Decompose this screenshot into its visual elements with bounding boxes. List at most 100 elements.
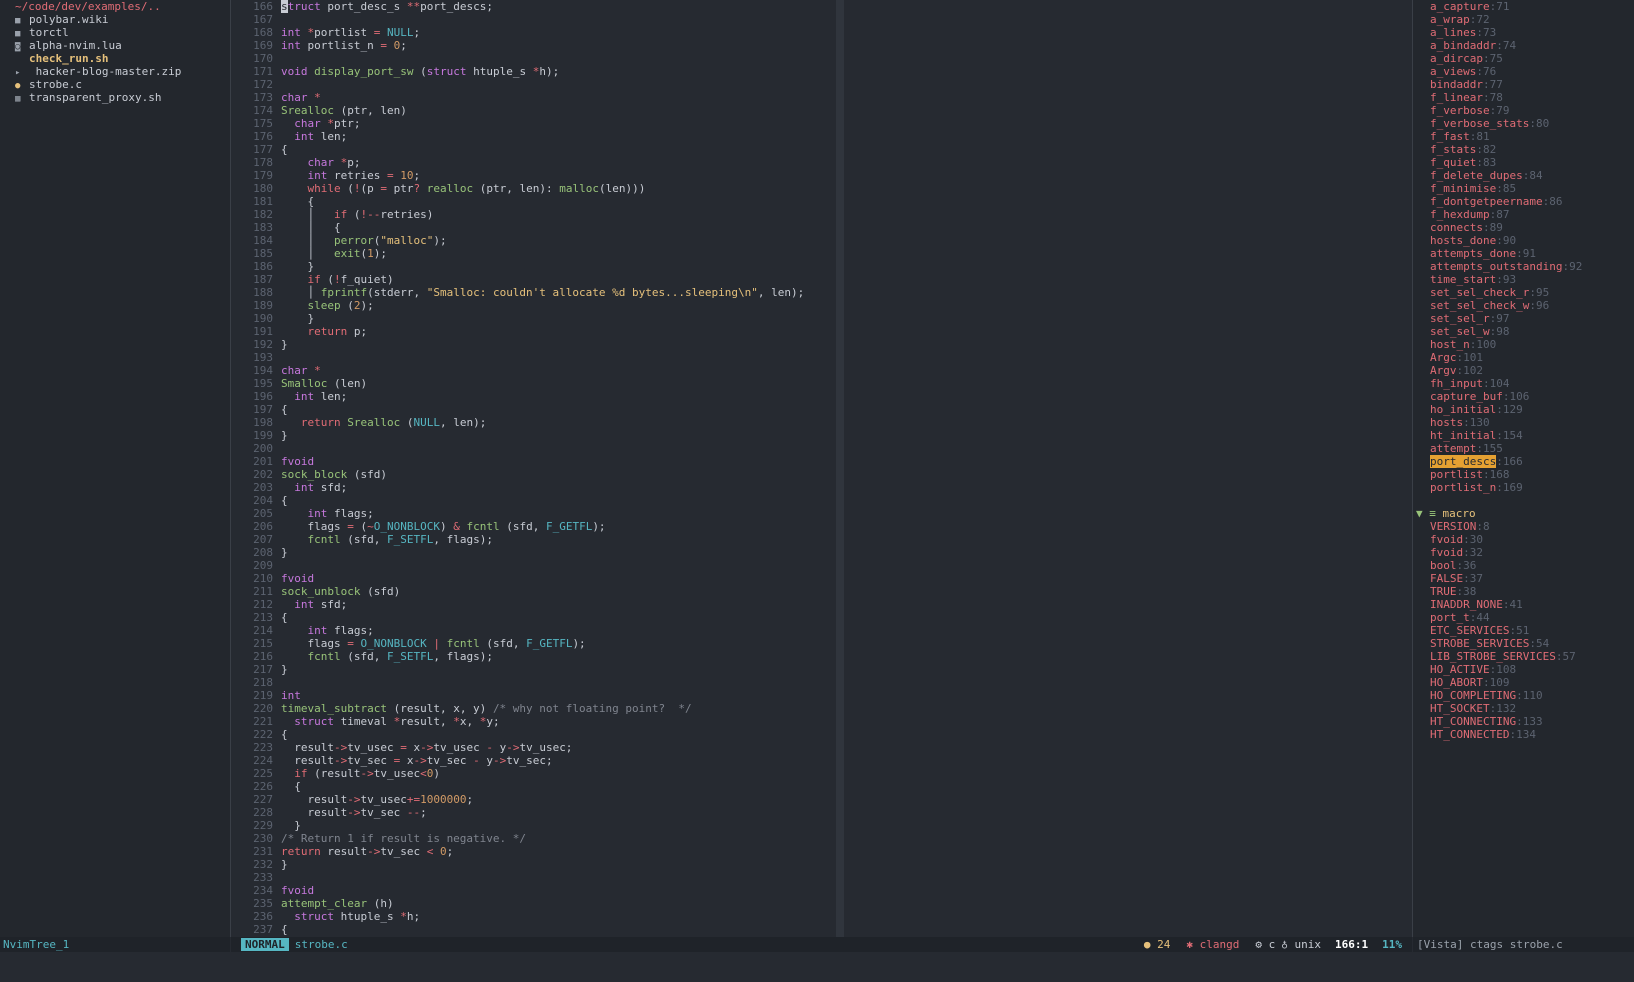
code-line[interactable]: 188 │ fprintf(stderr, "Smalloc: couldn't… — [231, 286, 836, 299]
code-line[interactable]: 234 fvoid — [231, 884, 836, 897]
vista-tag[interactable]: set_sel_w:98 — [1413, 325, 1634, 338]
vista-tag[interactable]: FALSE:37 — [1413, 572, 1634, 585]
vista-tag[interactable]: ht_initial:154 — [1413, 429, 1634, 442]
code-line[interactable]: 233 — [231, 871, 836, 884]
vista-tag[interactable]: bindaddr:77 — [1413, 78, 1634, 91]
vista-tag[interactable]: attempts_done:91 — [1413, 247, 1634, 260]
code-line[interactable]: 195 Smalloc (len) — [231, 377, 836, 390]
code-line[interactable]: 179 int retries = 10; — [231, 169, 836, 182]
code-line[interactable]: 193 — [231, 351, 836, 364]
tree-entry[interactable]: ■ polybar.wiki — [0, 13, 230, 26]
vista-tag[interactable]: connects:89 — [1413, 221, 1634, 234]
vista-tag[interactable]: set_sel_r:97 — [1413, 312, 1634, 325]
vista-tag[interactable]: VERSION:8 — [1413, 520, 1634, 533]
vista-tag[interactable]: f_minimise:85 — [1413, 182, 1634, 195]
vista-tag[interactable]: HT_CONNECTED:134 — [1413, 728, 1634, 741]
code-line[interactable]: 203 int sfd; — [231, 481, 836, 494]
code-line[interactable]: 208} — [231, 546, 836, 559]
vista-tag[interactable]: HT_SOCKET:132 — [1413, 702, 1634, 715]
code-line[interactable]: 169 int portlist_n = 0; — [231, 39, 836, 52]
code-line[interactable]: 202 sock_block (sfd) — [231, 468, 836, 481]
file-tree-panel[interactable]: ~/code/dev/examples/.. ■ polybar.wiki ■ tor… — [0, 0, 231, 937]
code-line[interactable]: 189 sleep (2); — [231, 299, 836, 312]
vista-tag[interactable]: fvoid:32 — [1413, 546, 1634, 559]
vista-tag[interactable]: a_bindaddr:74 — [1413, 39, 1634, 52]
vista-tag[interactable]: host_n:100 — [1413, 338, 1634, 351]
vista-tag[interactable]: attempt:155 — [1413, 442, 1634, 455]
vista-tag[interactable]: INADDR_NONE:41 — [1413, 598, 1634, 611]
code-line[interactable]: 237 { — [231, 923, 836, 936]
vista-tag[interactable]: time_start:93 — [1413, 273, 1634, 286]
code-line[interactable]: 220 timeval_subtract (result, x, y) /* wh… — [231, 702, 836, 715]
vista-tag[interactable]: f_verbose:79 — [1413, 104, 1634, 117]
window-separator[interactable] — [836, 0, 844, 937]
vista-tag[interactable]: attempts_outstanding:92 — [1413, 260, 1634, 273]
code-line[interactable]: 177 { — [231, 143, 836, 156]
vista-tag[interactable]: HO_ACTIVE:108 — [1413, 663, 1634, 676]
code-line[interactable]: 227 result->tv_usec+=1000000; — [231, 793, 836, 806]
vista-tag[interactable]: HO_COMPLETING:110 — [1413, 689, 1634, 702]
tree-entry[interactable]: ● strobe.c — [0, 78, 230, 91]
vista-tag[interactable]: f_hexdump:87 — [1413, 208, 1634, 221]
vista-tag[interactable]: a_wrap:72 — [1413, 13, 1634, 26]
vista-tag[interactable]: LIB_STROBE_SERVICES:57 — [1413, 650, 1634, 663]
vista-tag[interactable]: STROBE_SERVICES:54 — [1413, 637, 1634, 650]
code-line[interactable]: 204 { — [231, 494, 836, 507]
vista-tag[interactable]: f_quiet:83 — [1413, 156, 1634, 169]
tree-entry[interactable]: ▦ transparent_proxy.sh — [0, 91, 230, 104]
tree-entry[interactable]: check_run.sh — [0, 52, 230, 65]
code-line[interactable]: 166 struct port_desc_s **port_descs; — [231, 0, 836, 13]
code-line[interactable]: 218 — [231, 676, 836, 689]
code-line[interactable]: 180 while (!(p = ptr? realloc (ptr, len)… — [231, 182, 836, 195]
code-editor[interactable]: 166 struct port_desc_s **port_descs; 167 16… — [231, 0, 836, 937]
code-line[interactable]: 228 result->tv_sec --; — [231, 806, 836, 819]
vista-tag[interactable]: f_dontgetpeername:86 — [1413, 195, 1634, 208]
code-line[interactable]: 176 int len; — [231, 130, 836, 143]
code-line[interactable]: 182 │ if (!--retries) — [231, 208, 836, 221]
code-line[interactable]: 210 fvoid — [231, 572, 836, 585]
vista-tag[interactable]: set_sel_check_r:95 — [1413, 286, 1634, 299]
code-line[interactable]: 196 int len; — [231, 390, 836, 403]
code-line[interactable]: 207 fcntl (sfd, F_SETFL, flags); — [231, 533, 836, 546]
code-line[interactable]: 173 char * — [231, 91, 836, 104]
vista-tag[interactable]: f_fast:81 — [1413, 130, 1634, 143]
code-line[interactable]: 212 int sfd; — [231, 598, 836, 611]
code-line[interactable]: 213 { — [231, 611, 836, 624]
code-line[interactable]: 191 return p; — [231, 325, 836, 338]
command-line[interactable] — [0, 952, 1634, 966]
code-line[interactable]: 171 void display_port_sw (struct htuple_s… — [231, 65, 836, 78]
code-line[interactable]: 167 — [231, 13, 836, 26]
vista-tag[interactable]: hosts:130 — [1413, 416, 1634, 429]
code-line[interactable]: 172 — [231, 78, 836, 91]
vista-group-macro[interactable]: ▼ ≡ macro — [1413, 507, 1634, 520]
code-line[interactable]: 181 { — [231, 195, 836, 208]
vista-tag[interactable]: port_descs:166 — [1413, 455, 1634, 468]
vista-tag[interactable]: f_linear:78 — [1413, 91, 1634, 104]
code-line[interactable]: 199} — [231, 429, 836, 442]
vista-tag[interactable]: hosts_done:90 — [1413, 234, 1634, 247]
code-line[interactable]: 200 — [231, 442, 836, 455]
vista-tag[interactable]: f_stats:82 — [1413, 143, 1634, 156]
code-line[interactable]: 216 fcntl (sfd, F_SETFL, flags); — [231, 650, 836, 663]
code-line[interactable]: 183 │ { — [231, 221, 836, 234]
code-line[interactable]: 222 { — [231, 728, 836, 741]
code-line[interactable]: 186 } — [231, 260, 836, 273]
code-line[interactable]: 175 char *ptr; — [231, 117, 836, 130]
code-line[interactable]: 178 char *p; — [231, 156, 836, 169]
vista-tag[interactable]: HT_CONNECTING:133 — [1413, 715, 1634, 728]
vista-tag[interactable]: ho_initial:129 — [1413, 403, 1634, 416]
code-line[interactable]: 232} — [231, 858, 836, 871]
vista-tag[interactable]: bool:36 — [1413, 559, 1634, 572]
code-line[interactable]: 206 flags = (~O_NONBLOCK) & fcntl (sfd, … — [231, 520, 836, 533]
code-line[interactable]: 168 int *portlist = NULL; — [231, 26, 836, 39]
code-line[interactable]: 187 if (!f_quiet) — [231, 273, 836, 286]
code-line[interactable]: 221 struct timeval *result, *x, *y; — [231, 715, 836, 728]
vista-tag[interactable]: TRUE:38 — [1413, 585, 1634, 598]
vista-outline-panel[interactable]: a_capture:71 a_wrap:72 a_lines:73 a_bindadd… — [1413, 0, 1634, 937]
code-line[interactable]: 215 flags = O_NONBLOCK | fcntl (sfd, F_G… — [231, 637, 836, 650]
tree-entry[interactable]: ◙ alpha-nvim.lua — [0, 39, 230, 52]
code-line[interactable]: 214 int flags; — [231, 624, 836, 637]
vista-tag[interactable]: fvoid:30 — [1413, 533, 1634, 546]
vista-tag[interactable]: HO_ABORT:109 — [1413, 676, 1634, 689]
code-line[interactable]: 184 │ perror("malloc"); — [231, 234, 836, 247]
